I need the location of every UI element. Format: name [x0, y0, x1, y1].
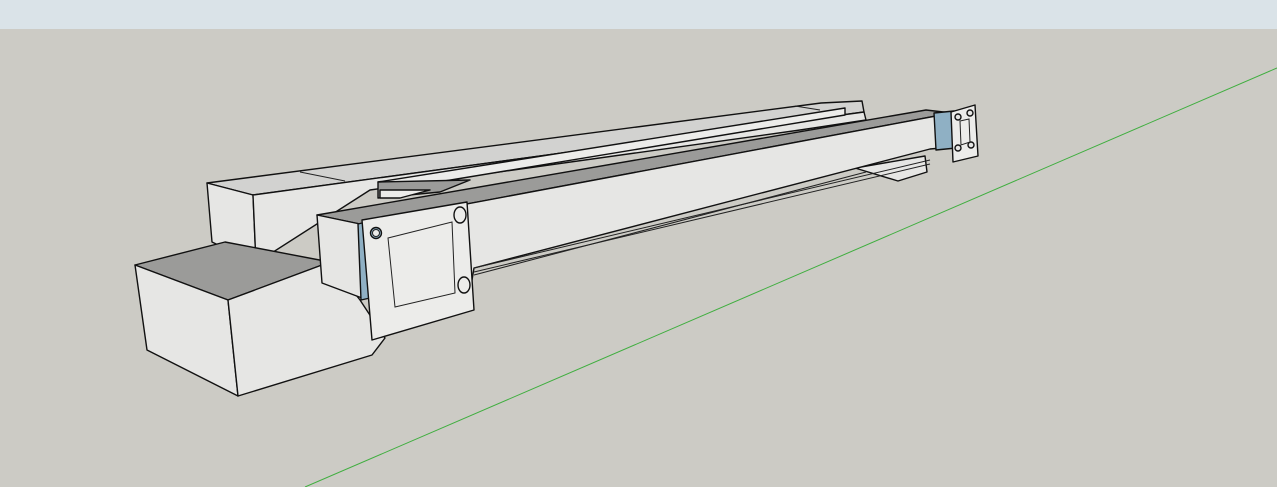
- near-plate-hole-tr: [453, 206, 467, 224]
- far-end-plate[interactable]: [933, 104, 979, 163]
- near-plate-hole-br: [457, 276, 471, 294]
- near-end-plate[interactable]: [357, 201, 475, 341]
- scene-canvas[interactable]: [0, 0, 1277, 487]
- 3d-viewport[interactable]: [0, 0, 1277, 487]
